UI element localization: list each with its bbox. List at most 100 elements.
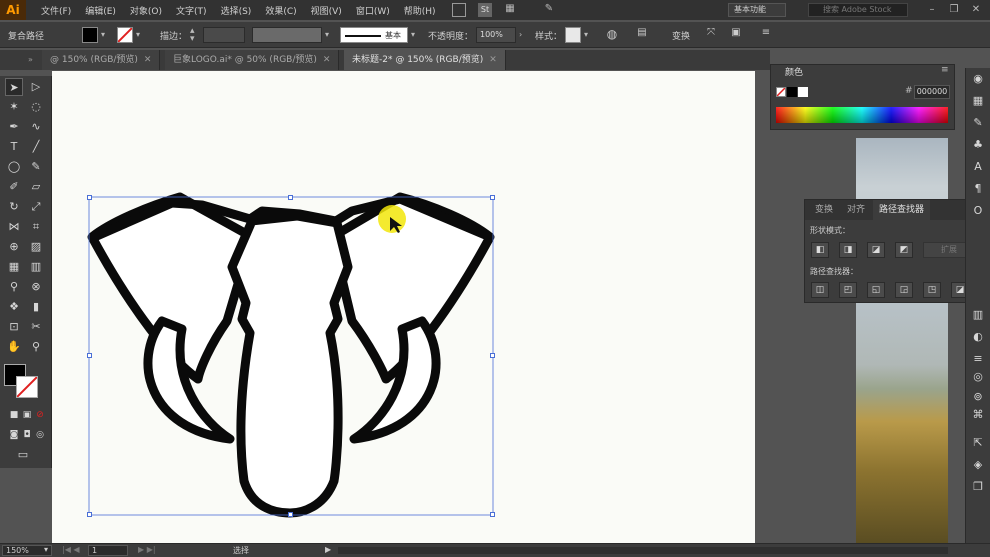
image-trace-icon[interactable]: ⌘: [969, 406, 987, 424]
symbol-sprayer-icon[interactable]: ❖: [5, 298, 23, 316]
elephant-logo[interactable]: [52, 71, 755, 543]
chevron-right-icon[interactable]: ›: [519, 30, 522, 39]
column-graph-icon[interactable]: ▮: [27, 298, 45, 316]
artboard[interactable]: [52, 71, 755, 543]
selection-tool-icon[interactable]: ➤: [5, 78, 23, 96]
status-menu-icon[interactable]: ▶: [325, 545, 331, 554]
chevron-down-icon[interactable]: ▾: [136, 30, 140, 39]
character-icon[interactable]: A: [969, 158, 987, 176]
menu-item-2[interactable]: 对象(O): [123, 4, 169, 17]
screen-mode-icon[interactable]: ▭: [14, 446, 32, 464]
panel-menu-icon[interactable]: ≡: [758, 27, 774, 43]
intersect-icon[interactable]: ◪: [867, 242, 885, 258]
pen-tool-icon[interactable]: ✒: [5, 118, 23, 136]
selection-handle[interactable]: [87, 353, 92, 358]
free-transform-icon[interactable]: ⌗: [27, 218, 45, 236]
chevron-down-icon[interactable]: ▾: [44, 545, 48, 554]
last-artboard-icon[interactable]: ▶ ▶|: [138, 545, 156, 554]
workspace-switcher[interactable]: 基本功能: [728, 3, 786, 17]
gradient-icon[interactable]: ▥: [27, 258, 45, 276]
stock-search-input[interactable]: 搜索 Adobe Stock: [808, 3, 908, 17]
transform-link[interactable]: 变换: [672, 29, 690, 42]
first-artboard-icon[interactable]: |◀ ◀: [62, 545, 80, 554]
artboards-icon[interactable]: ❐: [969, 478, 987, 496]
merge-icon[interactable]: ◱: [867, 282, 885, 298]
restore-button[interactable]: ❐: [946, 2, 962, 18]
menu-item-0[interactable]: 文件(F): [34, 4, 78, 17]
horizontal-scrollbar[interactable]: [338, 547, 948, 554]
menu-item-4[interactable]: 选择(S): [214, 4, 259, 17]
scale-icon[interactable]: ⤢: [27, 198, 45, 216]
magic-wand-icon[interactable]: ✶: [5, 98, 23, 116]
hand-tool-icon[interactable]: ✋: [5, 338, 23, 356]
menu-item-6[interactable]: 视图(V): [304, 4, 349, 17]
unite-icon[interactable]: ◧: [811, 242, 829, 258]
artboard-tool-icon[interactable]: ⊡: [5, 318, 23, 336]
selection-handle[interactable]: [288, 512, 293, 517]
selection-handle[interactable]: [87, 195, 92, 200]
zoom-tool-icon[interactable]: ⚲: [27, 338, 45, 356]
direct-selection-tool-icon[interactable]: ▷: [27, 78, 45, 96]
curvature-icon[interactable]: ∿: [27, 118, 45, 136]
draw-inside-icon[interactable]: ◎: [31, 426, 49, 444]
minimize-button[interactable]: –: [924, 2, 940, 18]
eraser-icon[interactable]: ▱: [27, 178, 45, 196]
slice-icon[interactable]: ✂: [27, 318, 45, 336]
tab-overflow-icon[interactable]: »: [28, 55, 33, 64]
isolate-icon[interactable]: ⤧: [703, 27, 719, 43]
tab-align[interactable]: 对齐: [841, 200, 871, 220]
stroke-panel-icon[interactable]: ≡: [969, 350, 987, 368]
appearance-icon[interactable]: ◎: [969, 368, 987, 386]
tab-pathfinder[interactable]: 路径查找器: [873, 200, 931, 220]
tab-document-3[interactable]: 未标题-2* @ 150% (RGB/预览) ✕: [344, 50, 506, 70]
selection-handle[interactable]: [490, 195, 495, 200]
selection-handle[interactable]: [490, 353, 495, 358]
type-tool-icon[interactable]: T: [5, 138, 23, 156]
select-similar-icon[interactable]: ▣: [728, 27, 744, 43]
chevron-down-icon[interactable]: ▾: [325, 30, 329, 39]
graphic-styles-icon[interactable]: ⊚: [969, 388, 987, 406]
paintbrush-icon[interactable]: ✎: [27, 158, 45, 176]
none-swatch[interactable]: [776, 87, 786, 97]
menu-item-7[interactable]: 窗口(W): [349, 4, 397, 17]
mesh-icon[interactable]: ▦: [5, 258, 23, 276]
hex-input[interactable]: 000000: [914, 85, 950, 99]
bridge-icon[interactable]: [452, 3, 466, 17]
brushes-icon[interactable]: ✎: [969, 114, 987, 132]
chevron-down-icon[interactable]: ▾: [101, 30, 105, 39]
variable-width-profile[interactable]: [252, 27, 322, 43]
minus-front-icon[interactable]: ◨: [839, 242, 857, 258]
close-icon[interactable]: ✕: [489, 55, 497, 65]
layers-icon[interactable]: ◈: [969, 456, 987, 474]
selection-handle[interactable]: [288, 195, 293, 200]
arrange-documents-icon[interactable]: ▦: [503, 3, 517, 17]
exclude-icon[interactable]: ◩: [895, 242, 913, 258]
align-icon[interactable]: ▤: [634, 27, 650, 43]
transparency-icon[interactable]: ◐: [969, 328, 987, 346]
gradient-panel-icon[interactable]: ▥: [969, 306, 987, 324]
divide-icon[interactable]: ◫: [811, 282, 829, 298]
rotate-icon[interactable]: ↻: [5, 198, 23, 216]
ellipse-tool-icon[interactable]: ◯: [5, 158, 23, 176]
graphic-style-swatch[interactable]: [565, 27, 581, 43]
export-icon[interactable]: ⇱: [969, 434, 987, 452]
paragraph-icon[interactable]: ¶: [969, 180, 987, 198]
chevron-down-icon[interactable]: ▾: [584, 30, 588, 39]
gpu-icon[interactable]: ✎: [541, 3, 557, 17]
opacity-field[interactable]: 100%: [476, 27, 516, 43]
black-swatch[interactable]: [787, 87, 797, 97]
tab-document-2[interactable]: 巨象LOGO.ai* @ 50% (RGB/预览) ✕: [165, 50, 340, 70]
menu-item-5[interactable]: 效果(C): [258, 4, 303, 17]
menu-item-1[interactable]: 编辑(E): [78, 4, 123, 17]
lasso-icon[interactable]: ◌: [27, 98, 45, 116]
none-mode-icon[interactable]: ⊘: [31, 406, 49, 424]
color-panel-icon[interactable]: ◉: [969, 70, 987, 88]
trim-icon[interactable]: ◰: [839, 282, 857, 298]
menu-item-3[interactable]: 文字(T): [169, 4, 214, 17]
perspective-grid-icon[interactable]: ▨: [27, 238, 45, 256]
shaper-icon[interactable]: ✐: [5, 178, 23, 196]
stroke-weight-field[interactable]: [203, 27, 245, 43]
white-swatch[interactable]: [798, 87, 808, 97]
stroke-color-box[interactable]: [16, 376, 38, 398]
tab-document-1[interactable]: @ 150% (RGB/预览) ✕: [42, 50, 161, 70]
